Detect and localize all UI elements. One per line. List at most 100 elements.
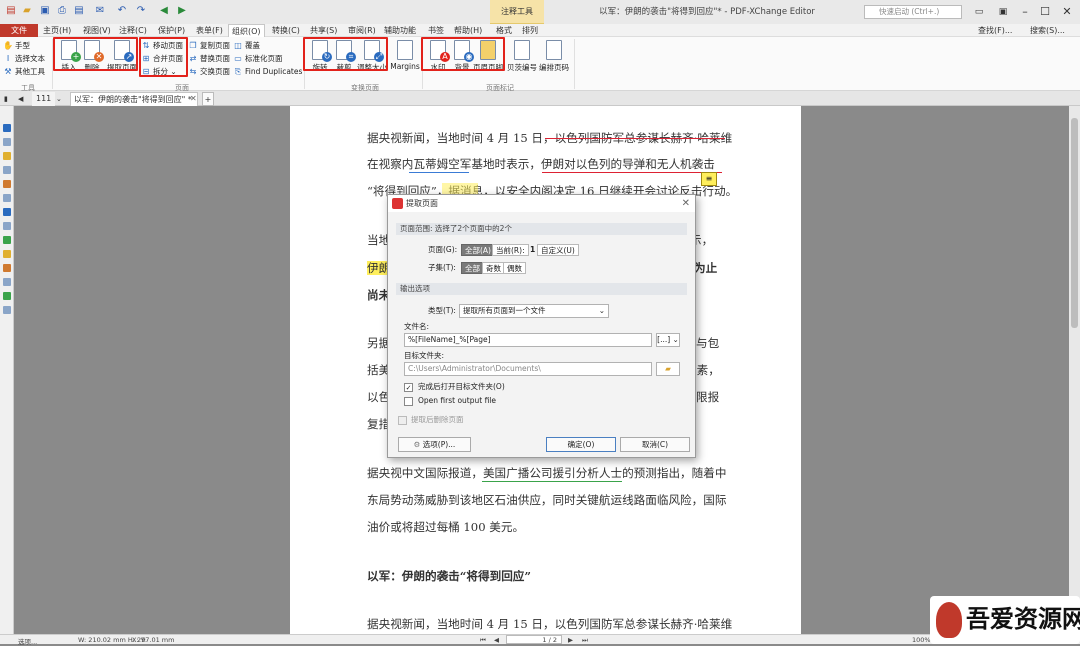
folder-input[interactable]: C:\Users\Administrator\Documents\ <box>404 362 652 376</box>
open-icon[interactable]: ▰ <box>20 4 34 18</box>
comments-icon[interactable] <box>3 152 11 160</box>
other-tools[interactable]: ⚒ 其他工具 <box>3 66 45 78</box>
panel-toggle-icon[interactable]: ▮ <box>4 92 14 106</box>
new-tab-button[interactable]: + <box>202 92 214 106</box>
strikethrough-annotation[interactable] <box>545 138 725 139</box>
prev-page-icon[interactable]: ◀ <box>494 636 499 644</box>
scroll-thumb[interactable] <box>1071 118 1078 328</box>
subset-odd-option[interactable]: 奇数 <box>482 262 505 274</box>
undo-icon[interactable]: ↶ <box>115 4 129 18</box>
ok-button[interactable]: 确定(O) <box>546 437 616 452</box>
close-button[interactable]: ✕ <box>1056 4 1078 20</box>
email-icon[interactable]: ✉ <box>93 4 107 18</box>
subset-all-option[interactable]: 全部 <box>461 262 484 274</box>
menu-home[interactable]: 主页(H) <box>43 24 71 37</box>
folder-label: 目标文件夹: <box>404 351 445 360</box>
filename-input[interactable]: %[FileName]_%[Page] <box>404 333 652 347</box>
bookmarks-icon[interactable] <box>3 124 11 132</box>
vertical-scrollbar[interactable] <box>1069 106 1080 634</box>
menu-accessibility[interactable]: 辅助功能 <box>384 24 416 37</box>
squiggly-annotation[interactable] <box>542 172 722 173</box>
tab-file-111[interactable]: 111 <box>32 92 56 106</box>
properties-icon[interactable] <box>3 208 11 216</box>
copy-pages-button[interactable]: ❐ 复制页面 <box>188 40 230 52</box>
tags-icon[interactable] <box>3 236 11 244</box>
pages-custom-option[interactable]: 自定义(U) <box>537 244 579 256</box>
thumbnails-icon[interactable] <box>3 138 11 146</box>
menu-file[interactable]: 文件 <box>0 24 38 37</box>
contextual-tab-annotation-tools[interactable]: 注释工具 <box>490 0 544 24</box>
menu-find[interactable]: 查找(F)... <box>978 24 1012 37</box>
menu-share[interactable]: 共享(S) <box>310 24 337 37</box>
menu-arrange[interactable]: 排列 <box>522 24 538 37</box>
signatures-icon[interactable] <box>3 194 11 202</box>
menu-organize[interactable]: 组织(O) <box>228 24 265 37</box>
sticky-note-icon[interactable]: ≡ <box>701 172 717 186</box>
menu-comment[interactable]: 注释(C) <box>119 24 147 37</box>
open-first-checkbox[interactable] <box>404 397 413 406</box>
back-icon[interactable]: ◀ <box>157 4 171 18</box>
order-icon[interactable] <box>3 278 11 286</box>
status-mode[interactable]: 选项... <box>18 636 37 646</box>
browse-folder-icon[interactable]: ▰ <box>656 362 680 376</box>
menu-bookmarks[interactable]: 书签 <box>428 24 444 37</box>
menu-review[interactable]: 审阅(R) <box>348 24 376 37</box>
layers-icon[interactable] <box>3 180 11 188</box>
menu-protect[interactable]: 保护(P) <box>158 24 185 37</box>
save-icon[interactable]: ▣ <box>38 4 52 18</box>
minimize-button[interactable]: – <box>1014 4 1036 20</box>
swap-pages-button[interactable]: ⇆ 交换页面 <box>188 66 230 78</box>
destinations-icon[interactable] <box>3 222 11 230</box>
quick-launch-input[interactable]: 快速启动 (Ctrl+.) <box>864 5 962 19</box>
macro-dropdown-button[interactable]: [...] ⌄ <box>656 333 680 347</box>
select-text-tool[interactable]: I 选择文本 <box>3 53 45 65</box>
type-select[interactable]: 提取所有页面到一个文件 ⌄ <box>459 304 609 318</box>
articles-icon[interactable] <box>3 292 11 300</box>
page-number-input[interactable]: 1 / 2 <box>506 635 562 644</box>
pages-all-option[interactable]: 全部(A) <box>461 244 495 256</box>
search-panel-icon[interactable] <box>3 306 11 314</box>
menu-search[interactable]: 搜索(S)... <box>1030 24 1065 37</box>
redo-icon[interactable]: ↷ <box>134 4 148 18</box>
hand-tool[interactable]: ✋ 手型 <box>3 40 30 52</box>
menu-convert[interactable]: 转换(C) <box>272 24 300 37</box>
subset-label: 子集(T): <box>428 263 456 272</box>
restore-ribbon-icon[interactable]: ▭ <box>968 4 990 20</box>
close-icon[interactable]: ✕ <box>682 197 690 210</box>
menu-view[interactable]: 视图(V) <box>83 24 111 37</box>
tab-scroll-left-icon[interactable]: ◀ <box>18 92 23 106</box>
pages-current-option[interactable]: 当前(R): <box>492 244 529 256</box>
zoom-level[interactable]: 100% <box>912 636 931 644</box>
subset-even-option[interactable]: 偶数 <box>503 262 526 274</box>
tab-document[interactable]: 以军：伊朗的袭击"将得到回应" * <box>70 92 198 106</box>
attachments-icon[interactable] <box>3 166 11 174</box>
content-icon[interactable] <box>3 250 11 258</box>
underline-annotation[interactable] <box>482 481 622 482</box>
options-button[interactable]: ⚙ 选项(P)... <box>398 437 471 452</box>
replace-pages-button[interactable]: ⇄ 替换页面 <box>188 53 230 65</box>
overlay-button[interactable]: ◫ 覆盖 <box>233 40 260 52</box>
number-pages-button[interactable]: 编排页码 <box>539 38 569 78</box>
print-icon[interactable]: ⎙ <box>55 4 69 18</box>
maximize-button[interactable]: ☐ <box>1034 4 1056 20</box>
menu-format[interactable]: 格式 <box>496 24 512 37</box>
tools-icon: ⚒ <box>4 67 12 76</box>
bates-numbering-button[interactable]: 贝茨编号 <box>507 38 537 78</box>
settings-icon[interactable]: ▣ <box>992 4 1014 20</box>
underline-annotation[interactable] <box>409 172 469 173</box>
delete-after-checkbox[interactable] <box>398 416 407 425</box>
open-folder-checkbox[interactable]: ✓ <box>404 383 413 392</box>
normalize-pages-button[interactable]: ▭ 标准化页面 <box>233 53 282 65</box>
margins-button[interactable]: Margins <box>390 38 420 78</box>
scan-icon[interactable]: ▤ <box>72 4 86 18</box>
tab-dropdown-icon[interactable]: ⌄ <box>56 92 62 106</box>
menu-form[interactable]: 表单(F) <box>196 24 223 37</box>
fields-icon[interactable] <box>3 264 11 272</box>
next-page-icon[interactable]: ▶ <box>568 636 573 644</box>
bates-icon <box>514 40 530 60</box>
forward-icon[interactable]: ▶ <box>175 4 189 18</box>
menu-help[interactable]: 帮助(H) <box>454 24 482 37</box>
cancel-button[interactable]: 取消(C) <box>620 437 690 452</box>
find-duplicates-button[interactable]: ⎘ Find Duplicates <box>233 66 303 78</box>
tab-close-icon[interactable]: ✕ <box>190 92 197 106</box>
